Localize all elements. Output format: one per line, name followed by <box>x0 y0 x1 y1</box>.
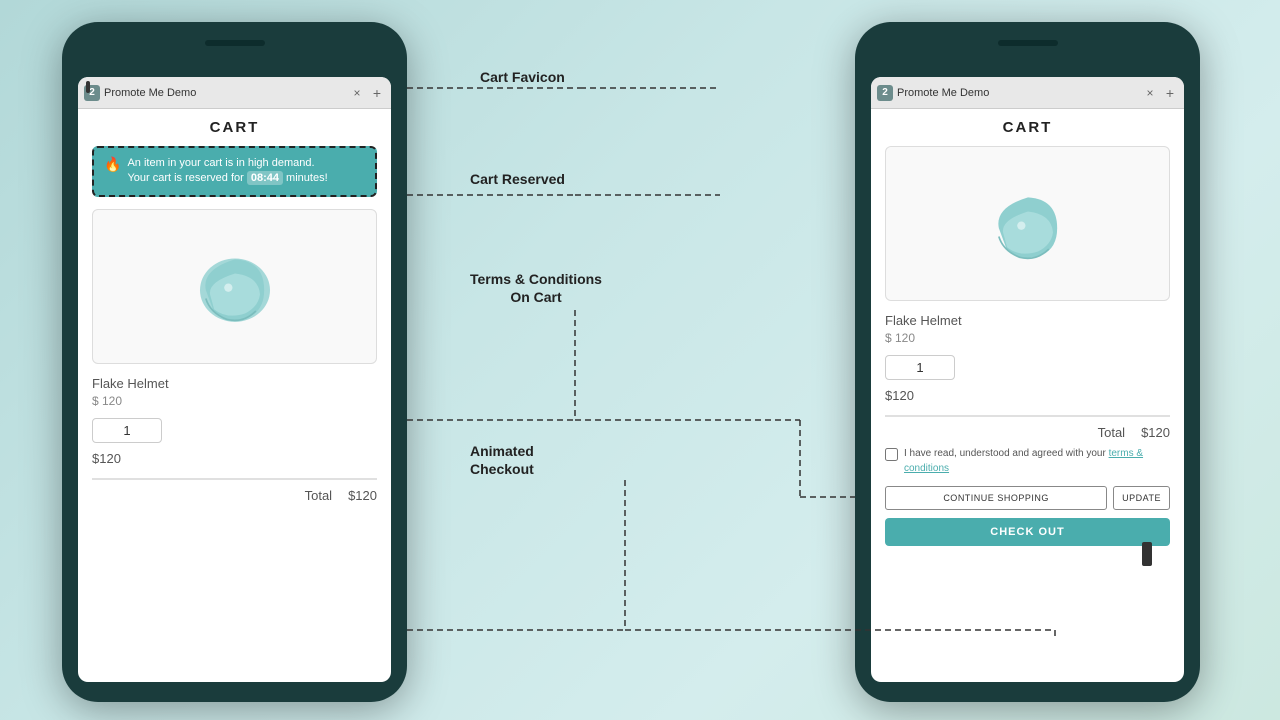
terms-checkbox[interactable] <box>885 448 898 461</box>
cursor-pointer <box>1142 542 1152 566</box>
terms-text: I have read, understood and agreed with … <box>904 446 1170 476</box>
right-product-name: Flake Helmet <box>885 313 1170 328</box>
left-cart-content: CART 🔥 An item in your cart is in high d… <box>78 109 391 519</box>
notif-prefix: Your cart is reserved for <box>127 172 246 184</box>
annotations-area: Cart Favicon Cart Reserved Terms & Condi… <box>410 0 850 720</box>
continue-shopping-button[interactable]: CONTINUE SHOPPING <box>885 486 1107 510</box>
fire-icon: 🔥 <box>104 156 121 173</box>
right-phone: 2 Promote Me Demo × + CART Flake Helmet … <box>855 22 1200 702</box>
left-divider <box>92 478 377 480</box>
left-tab-new[interactable]: + <box>369 85 385 101</box>
left-cart-notification: 🔥 An item in your cart is in high demand… <box>92 146 377 197</box>
left-total-row: Total $120 <box>92 488 377 503</box>
right-tab-close[interactable]: × <box>1142 86 1158 100</box>
right-cart-content: CART Flake Helmet $ 120 $120 Total $120 <box>871 109 1184 556</box>
left-product-subtotal: $120 <box>92 451 377 466</box>
left-cart-title: CART <box>92 119 377 136</box>
right-cart-title: CART <box>885 119 1170 136</box>
left-cart-pointer <box>86 81 90 93</box>
right-product-subtotal: $120 <box>885 388 1170 403</box>
left-tab-title: Promote Me Demo <box>104 87 345 99</box>
left-tab-close[interactable]: × <box>349 86 365 100</box>
left-total-label: Total <box>305 488 332 503</box>
right-tab-title: Promote Me Demo <box>897 87 1138 99</box>
notif-timer: 08:44 <box>247 171 283 185</box>
terms-text-prefix: I have read, understood and agreed with … <box>904 448 1109 459</box>
left-notif-text: An item in your cart is in high demand. … <box>127 156 327 187</box>
update-button[interactable]: UPDATE <box>1113 486 1170 510</box>
notif-suffix: minutes! <box>283 172 328 184</box>
left-phone: 2 Promote Me Demo × + CART 🔥 An item in … <box>62 22 407 702</box>
right-total-row: Total $120 <box>885 425 1170 440</box>
right-total-value: $120 <box>1141 425 1170 440</box>
cart-reserved-label: Cart Reserved <box>470 170 565 188</box>
left-phone-notch <box>205 40 265 46</box>
checkout-button[interactable]: CHECK OUT <box>885 518 1170 546</box>
right-total-label: Total <box>1098 425 1125 440</box>
left-helmet-image <box>185 241 285 331</box>
notif-line2: Your cart is reserved for 08:44 minutes! <box>127 171 327 186</box>
left-tab-bar: 2 Promote Me Demo × + <box>78 77 391 109</box>
right-divider <box>885 415 1170 417</box>
notif-line1: An item in your cart is in high demand. <box>127 156 327 171</box>
right-tab-new[interactable]: + <box>1162 85 1178 101</box>
right-tab-badge: 2 <box>877 85 893 101</box>
right-helmet-image <box>978 179 1078 269</box>
left-phone-screen: 2 Promote Me Demo × + CART 🔥 An item in … <box>78 77 391 682</box>
action-buttons-row: CONTINUE SHOPPING UPDATE <box>885 486 1170 510</box>
right-product-price: $ 120 <box>885 331 1170 345</box>
right-phone-notch <box>998 40 1058 46</box>
right-phone-screen: 2 Promote Me Demo × + CART Flake Helmet … <box>871 77 1184 682</box>
left-product-price: $ 120 <box>92 394 377 408</box>
animated-checkout-label: Animated Checkout <box>470 442 534 478</box>
right-product-image-box <box>885 146 1170 301</box>
left-product-name: Flake Helmet <box>92 376 377 391</box>
terms-conditions-label: Terms & Conditions On Cart <box>470 270 602 306</box>
right-qty-input[interactable] <box>885 355 955 380</box>
right-tab-bar: 2 Promote Me Demo × + <box>871 77 1184 109</box>
terms-row: I have read, understood and agreed with … <box>885 446 1170 476</box>
left-total-value: $120 <box>348 488 377 503</box>
left-product-image-box <box>92 209 377 364</box>
cart-favicon-label: Cart Favicon <box>480 68 565 86</box>
left-qty-input[interactable] <box>92 418 162 443</box>
